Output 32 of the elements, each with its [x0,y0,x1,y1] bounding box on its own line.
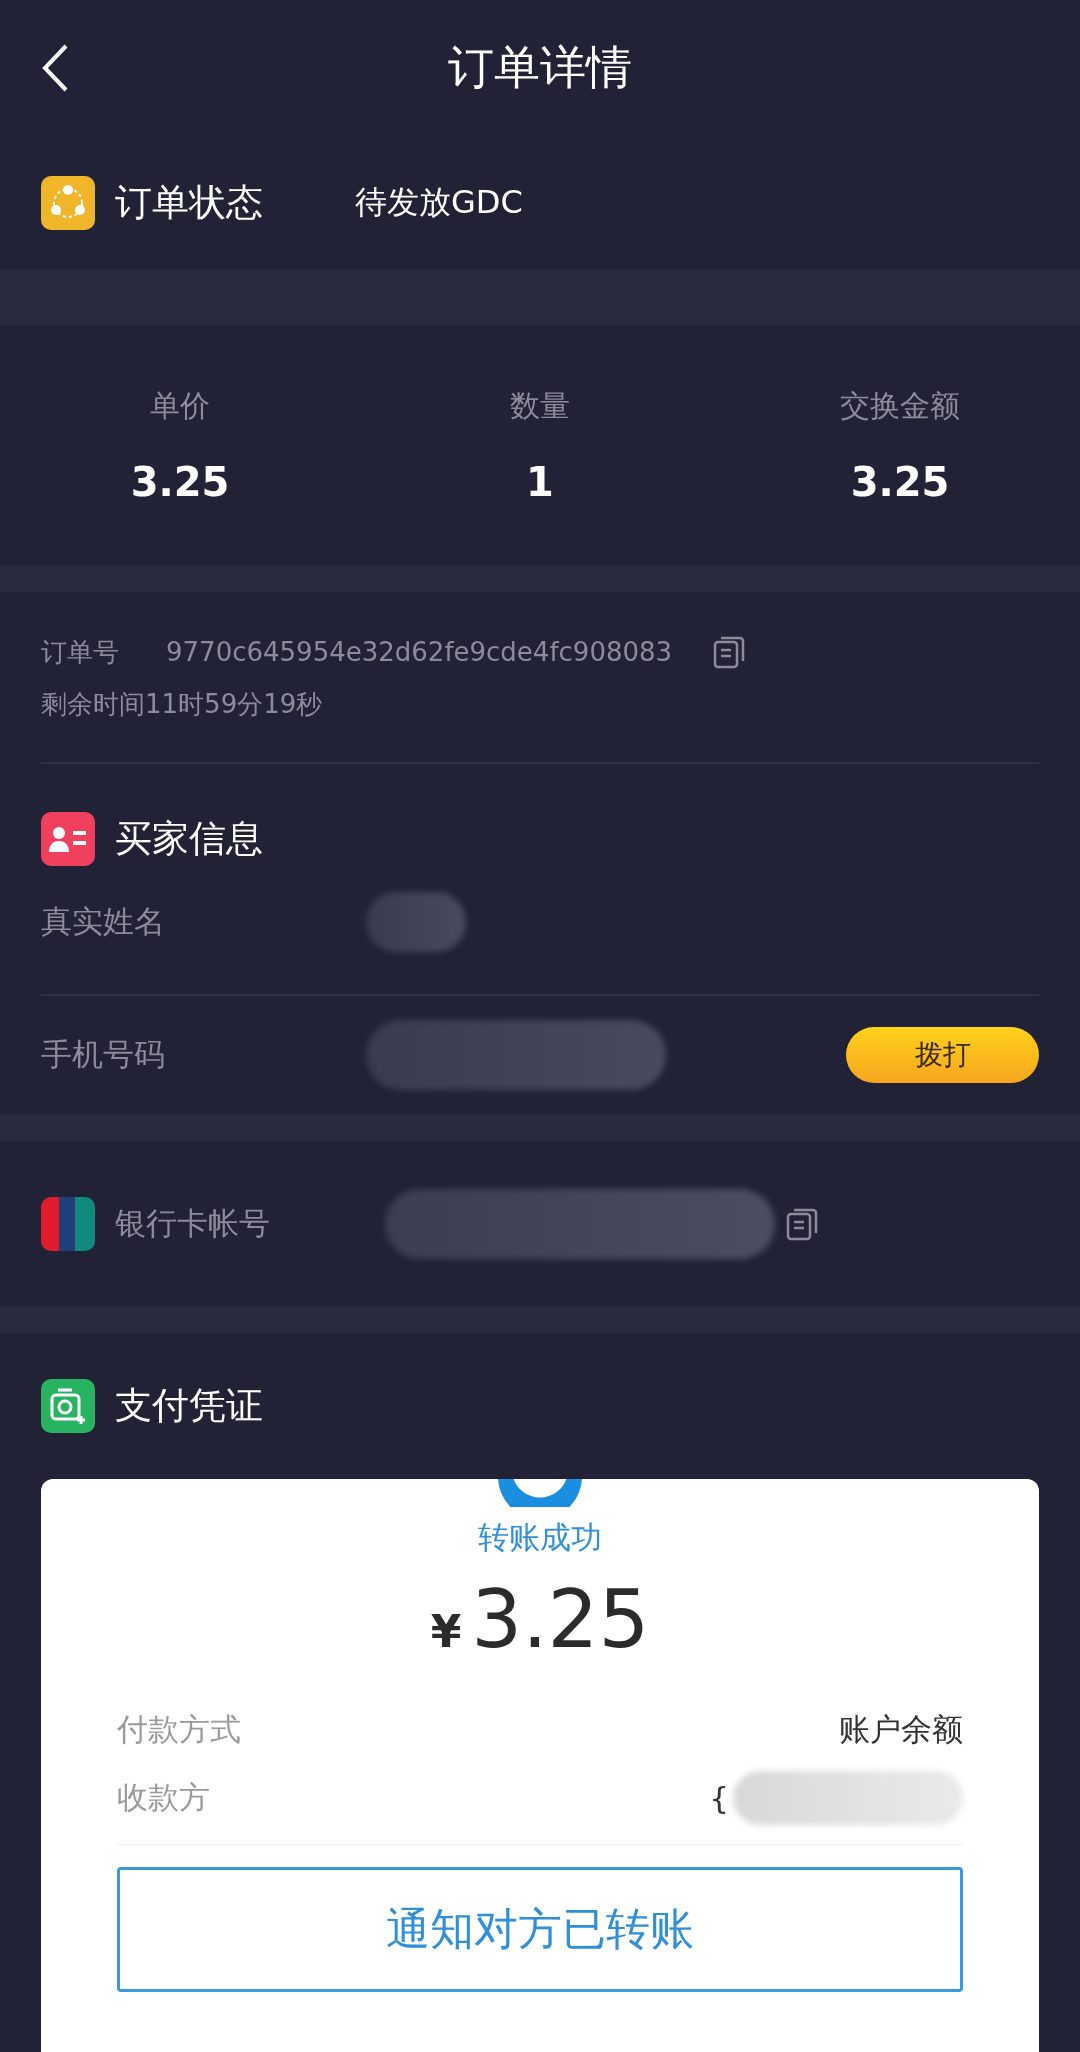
stat-value: 1 [526,458,554,505]
page-title: 订单详情 [448,38,632,96]
copy-icon[interactable] [712,635,747,669]
currency-symbol: ¥ [430,1606,462,1657]
status-value: 待发放GDC [355,181,523,223]
section-title: 支付凭证 [115,1383,263,1429]
field-label: 真实姓名 [41,901,166,941]
stat-value: 3.25 [850,458,950,505]
transfer-amount: 3.25 [471,1573,650,1666]
section-title: 订单状态 [115,179,263,226]
bank-card-icon [41,1196,95,1251]
remaining-time: 剩余时间11时59分19秒 [41,687,323,721]
camera-icon [41,1379,95,1433]
order-number-label: 订单号 [41,635,120,669]
call-button[interactable]: 拨打 [846,1027,1039,1083]
success-badge-icon [495,1479,585,1507]
receipt-label: 付款方式 [117,1710,241,1749]
bank-account-label: 银行卡帐号 [115,1203,271,1243]
contact-card-icon [41,812,95,866]
stat-label: 交换金额 [840,386,960,425]
transfer-status: 转账成功 [478,1518,602,1557]
section-title: 买家信息 [115,816,263,862]
status-icon [41,175,95,230]
receipt-value: { [709,1780,729,1816]
receipt-value: 账户余额 [839,1710,963,1749]
order-number: 9770c645954e32d62fe9cde4fc908083 [166,637,673,667]
stat-label: 单价 [150,386,210,425]
field-label: 手机号码 [41,1035,166,1074]
receipt-label: 收款方 [117,1778,210,1817]
stat-label: 数量 [510,386,570,425]
copy-icon[interactable] [785,1206,819,1241]
stat-value: 3.25 [130,458,230,505]
